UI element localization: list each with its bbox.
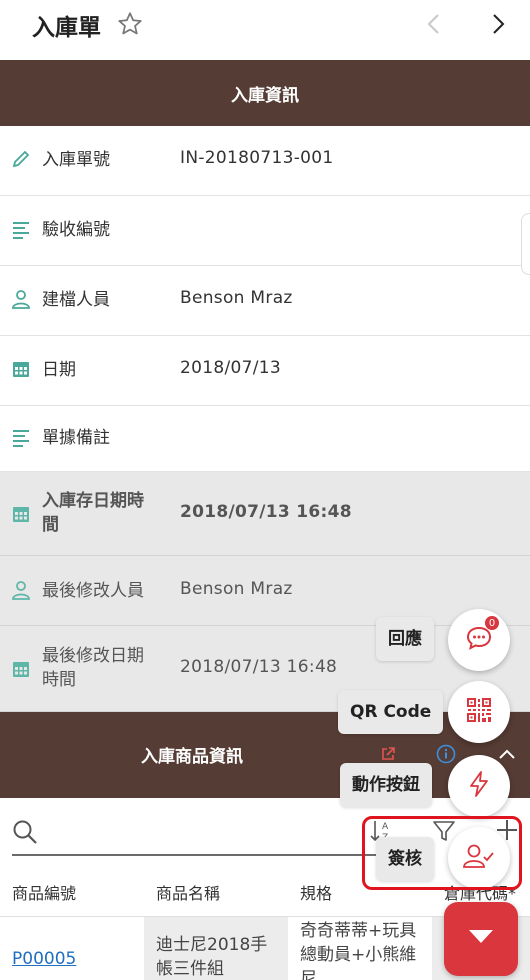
field-value: Benson Mraz xyxy=(180,579,293,599)
field-row-creator[interactable]: 建檔人員 Benson Mraz xyxy=(0,266,530,336)
product-name: 迪士尼2018手帳三件組 xyxy=(156,935,268,979)
pencil-icon xyxy=(11,149,31,169)
field-row-stock-in-datetime: 入庫存日期時間 2018/07/13 16:48 xyxy=(0,472,530,556)
column-header-code[interactable]: 商品編號 xyxy=(12,880,76,904)
top-bar: 入庫單 xyxy=(0,0,530,60)
sign-off-highlight-box xyxy=(362,816,522,890)
field-label: 入庫存日期時間 xyxy=(42,491,144,535)
lightning-icon xyxy=(468,771,490,801)
table-cell-code: P00005 xyxy=(0,917,144,980)
person-icon xyxy=(11,289,31,309)
star-icon[interactable] xyxy=(116,10,144,42)
qrcode-label[interactable]: QR Code xyxy=(338,690,444,734)
field-label: 入庫單號 xyxy=(42,150,110,170)
product-code-link[interactable]: P00005 xyxy=(12,949,76,969)
reply-button[interactable]: 0 xyxy=(448,609,510,671)
action-buttons-button[interactable] xyxy=(448,755,510,817)
field-value: IN-20180713-001 xyxy=(180,148,334,168)
person-icon xyxy=(11,580,31,600)
side-drawer-handle[interactable] xyxy=(521,213,530,275)
info-section-header: 入庫資訊 xyxy=(0,60,530,126)
chevron-left-icon[interactable] xyxy=(424,12,444,40)
action-buttons-label[interactable]: 動作按鈕 xyxy=(340,763,432,807)
field-label: 單據備註 xyxy=(42,428,110,448)
product-section-title: 入庫商品資訊 xyxy=(141,747,243,767)
page-title: 入庫單 xyxy=(32,15,101,41)
field-value: Benson Mraz xyxy=(180,288,293,308)
product-spec: 奇奇蒂蒂+玩具總動員+小熊維尼 xyxy=(300,921,417,980)
qrcode-button[interactable] xyxy=(448,681,510,743)
calendar-icon xyxy=(11,659,31,679)
info-icon[interactable] xyxy=(436,744,456,768)
field-value: 2018/07/13 16:48 xyxy=(180,657,338,677)
main-menu-button[interactable] xyxy=(444,902,518,976)
column-header-spec[interactable]: 規格 xyxy=(300,880,332,904)
text-lines-icon xyxy=(11,428,31,448)
field-row-remark[interactable]: 單據備註 xyxy=(0,406,530,472)
table-cell-spec: 奇奇蒂蒂+玩具總動員+小熊維尼 xyxy=(288,917,432,980)
field-row-date[interactable]: 日期 2018/07/13 xyxy=(0,336,530,406)
calendar-icon xyxy=(11,504,31,524)
search-input[interactable] xyxy=(12,854,404,856)
chevron-right-icon[interactable] xyxy=(488,12,508,40)
field-label: 日期 xyxy=(42,360,76,380)
column-header-name[interactable]: 商品名稱 xyxy=(156,880,220,904)
field-label: 驗收編號 xyxy=(42,220,110,240)
field-row-doc-number[interactable]: 入庫單號 IN-20180713-001 xyxy=(0,126,530,196)
field-label: 建檔人員 xyxy=(42,290,110,310)
field-label: 最後修改人員 xyxy=(42,581,144,601)
field-value: 2018/07/13 16:48 xyxy=(180,502,352,522)
field-label: 最後修改日期 時間 xyxy=(42,646,144,690)
field-row-inspection-number[interactable]: 驗收編號 xyxy=(0,196,530,266)
reply-label[interactable]: 回應 xyxy=(376,617,434,661)
qrcode-icon xyxy=(466,697,492,727)
field-row-last-modifier: 最後修改人員 Benson Mraz xyxy=(0,556,530,626)
reply-count-badge: 0 xyxy=(484,615,500,631)
search-icon[interactable] xyxy=(12,819,38,849)
table-cell-name: 迪士尼2018手帳三件組 xyxy=(144,917,288,980)
chevron-down-icon xyxy=(467,928,495,950)
text-lines-icon xyxy=(11,220,31,240)
field-value: 2018/07/13 xyxy=(180,358,281,378)
calendar-icon xyxy=(11,359,31,379)
